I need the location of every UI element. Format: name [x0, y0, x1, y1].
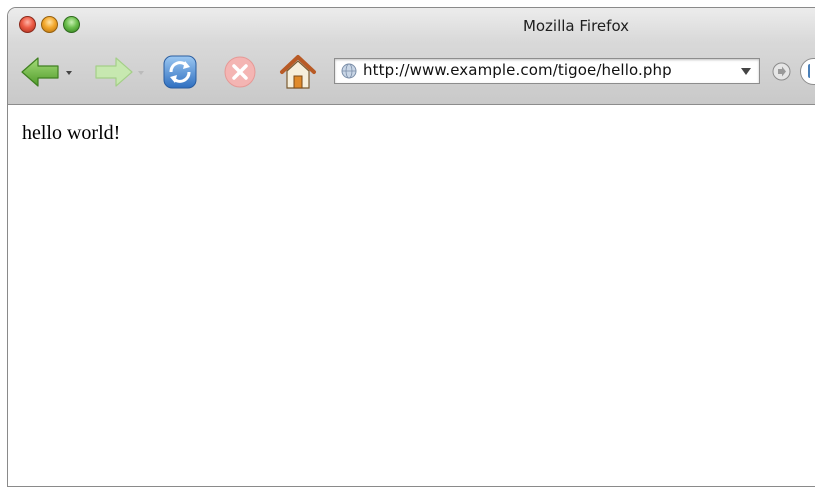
browser-chrome: Mozilla Firefox http://www.example.com/t… [8, 8, 815, 105]
window-title: Mozilla Firefox [522, 17, 630, 35]
stop-button[interactable] [218, 52, 262, 92]
url-text: http://www.example.com/tigoe/hello.php [363, 61, 672, 79]
reload-button[interactable] [158, 52, 202, 92]
title-bar: Mozilla Firefox [8, 8, 815, 42]
forward-button[interactable] [88, 52, 148, 92]
go-icon[interactable] [772, 62, 791, 81]
navigation-toolbar: http://www.example.com/tigoe/hello.php [8, 42, 815, 104]
chevron-down-icon[interactable] [739, 64, 753, 78]
reload-icon [163, 55, 197, 89]
search-engine-icon [808, 64, 814, 78]
stop-icon [224, 56, 256, 88]
forward-arrow-icon [95, 57, 144, 87]
globe-icon [341, 63, 357, 79]
home-button[interactable] [276, 52, 320, 92]
browser-window: Mozilla Firefox http://www.example.com/t… [7, 7, 815, 487]
page-content: hello world! [8, 105, 815, 486]
back-arrow-icon [21, 57, 72, 87]
search-field[interactable] [800, 58, 815, 85]
page-body-text: hello world! [22, 122, 121, 144]
back-button[interactable] [18, 52, 78, 92]
home-icon [280, 55, 316, 89]
url-bar[interactable]: http://www.example.com/tigoe/hello.php [334, 58, 760, 84]
